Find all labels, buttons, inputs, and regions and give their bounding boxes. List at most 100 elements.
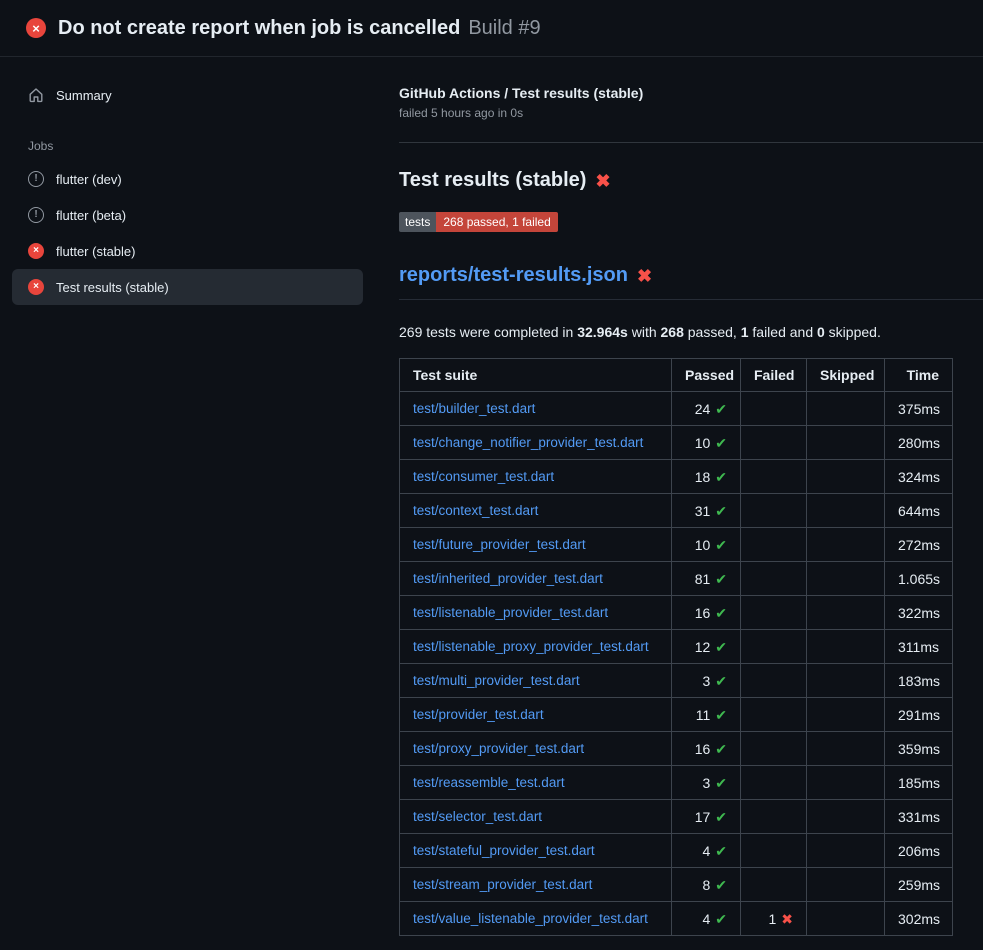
section-title: Test results (stable) ✖ <box>399 169 983 192</box>
check-icon: ✔ <box>715 639 727 655</box>
passed-cell: 10✔ <box>672 528 741 562</box>
passed-count: 4 <box>702 843 710 859</box>
run-header: × Do not create report when job is cance… <box>0 0 983 57</box>
passed-count: 10 <box>695 435 711 451</box>
report-file-heading: reports/test-results.json ✖ <box>399 264 983 300</box>
passed-count: 4 <box>702 911 710 927</box>
suite-link[interactable]: test/builder_test.dart <box>413 401 535 416</box>
sidebar-item-flutter-stable[interactable]: × flutter (stable) <box>12 233 363 269</box>
tests-badge: tests 268 passed, 1 failed <box>399 212 558 232</box>
check-icon: ✔ <box>715 435 727 451</box>
skipped-cell <box>807 902 885 936</box>
time-cell: 185ms <box>885 766 953 800</box>
time-cell: 280ms <box>885 426 953 460</box>
passed-count: 10 <box>695 537 711 553</box>
sidebar-item-flutter-beta[interactable]: ! flutter (beta) <box>12 197 363 233</box>
suite-link[interactable]: test/listenable_provider_test.dart <box>413 605 608 620</box>
suite-link[interactable]: test/inherited_provider_test.dart <box>413 571 603 586</box>
summary-failed-count: 1 <box>741 324 749 340</box>
check-icon: ✔ <box>715 877 727 893</box>
passed-cell: 10✔ <box>672 426 741 460</box>
column-header-test-suite: Test suite <box>400 359 672 392</box>
table-row: test/proxy_provider_test.dart16✔359ms <box>400 732 953 766</box>
sidebar-item-test-results-stable[interactable]: × Test results (stable) <box>12 269 363 305</box>
table-row: test/reassemble_test.dart3✔185ms <box>400 766 953 800</box>
passed-count: 16 <box>695 741 711 757</box>
passed-cell: 3✔ <box>672 664 741 698</box>
run-title-text: Do not create report when job is cancell… <box>58 17 460 40</box>
passed-count: 17 <box>695 809 711 825</box>
jobs-section-label: Jobs <box>28 139 347 153</box>
failed-cell <box>741 528 807 562</box>
skipped-cell <box>807 392 885 426</box>
skipped-cell <box>807 528 885 562</box>
suite-cell: test/change_notifier_provider_test.dart <box>400 426 672 460</box>
passed-cell: 81✔ <box>672 562 741 596</box>
passed-count: 81 <box>695 571 711 587</box>
x-circle-icon: × <box>28 279 44 295</box>
time-cell: 311ms <box>885 630 953 664</box>
suite-link[interactable]: test/listenable_proxy_provider_test.dart <box>413 639 649 654</box>
column-header-failed: Failed <box>741 359 807 392</box>
x-circle-icon: × <box>28 243 44 259</box>
suite-link[interactable]: test/selector_test.dart <box>413 809 542 824</box>
table-row: test/change_notifier_provider_test.dart 1… <box>400 426 953 460</box>
table-row: test/provider_test.dart11✔291ms <box>400 698 953 732</box>
skipped-cell <box>807 460 885 494</box>
suite-cell: test/builder_test.dart <box>400 392 672 426</box>
time-cell: 183ms <box>885 664 953 698</box>
passed-cell: 17✔ <box>672 800 741 834</box>
skipped-cell <box>807 494 885 528</box>
report-file-link[interactable]: reports/test-results.json <box>399 264 628 287</box>
alert-circle-icon: ! <box>28 207 44 223</box>
time-cell: 1.065s <box>885 562 953 596</box>
table-row: test/stream_provider_test.dart 8✔ 259ms <box>400 868 953 902</box>
time-cell: 375ms <box>885 392 953 426</box>
suite-link[interactable]: test/change_notifier_provider_test.dart <box>413 435 643 450</box>
time-cell: 331ms <box>885 800 953 834</box>
suite-link[interactable]: test/stream_provider_test.dart <box>413 877 592 892</box>
time-cell: 259ms <box>885 868 953 902</box>
suite-link[interactable]: test/proxy_provider_test.dart <box>413 741 584 756</box>
suite-link[interactable]: test/future_provider_test.dart <box>413 537 586 552</box>
failed-cell <box>741 562 807 596</box>
sidebar-item-label: Test results (stable) <box>56 280 169 295</box>
table-row: test/value_listenable_provider_test.dart… <box>400 902 953 936</box>
suite-link[interactable]: test/context_test.dart <box>413 503 538 518</box>
passed-cell: 16✔ <box>672 732 741 766</box>
table-row: test/inherited_provider_test.dart 81✔ 1.06… <box>400 562 953 596</box>
suite-link[interactable]: test/value_listenable_provider_test.dart <box>413 911 648 926</box>
suite-link[interactable]: test/reassemble_test.dart <box>413 775 565 790</box>
table-row: test/future_provider_test.dart10✔272ms <box>400 528 953 562</box>
sidebar-item-summary[interactable]: Summary <box>12 77 363 113</box>
failed-cell: 1✖ <box>741 902 807 936</box>
alert-circle-icon: ! <box>28 171 44 187</box>
passed-count: 31 <box>695 503 711 519</box>
suite-link[interactable]: test/provider_test.dart <box>413 707 544 722</box>
suite-link[interactable]: test/consumer_test.dart <box>413 469 554 484</box>
passed-cell: 8✔ <box>672 868 741 902</box>
check-icon: ✔ <box>715 911 727 927</box>
suite-cell: test/selector_test.dart <box>400 800 672 834</box>
failed-cell <box>741 732 807 766</box>
table-row: test/consumer_test.dart18✔324ms <box>400 460 953 494</box>
exclaim-glyph: ! <box>34 174 37 184</box>
summary-duration: 32.964s <box>577 324 628 340</box>
sidebar-item-label: Summary <box>56 88 112 103</box>
failed-cell <box>741 800 807 834</box>
passed-cell: 11✔ <box>672 698 741 732</box>
x-glyph: × <box>33 246 39 256</box>
skipped-cell <box>807 698 885 732</box>
failed-cell <box>741 834 807 868</box>
check-icon: ✔ <box>715 843 727 859</box>
check-icon: ✔ <box>715 571 727 587</box>
check-icon: ✔ <box>715 707 727 723</box>
skipped-cell <box>807 868 885 902</box>
suite-cell: test/proxy_provider_test.dart <box>400 732 672 766</box>
exclaim-glyph: ! <box>34 210 37 220</box>
suite-link[interactable]: test/multi_provider_test.dart <box>413 673 580 688</box>
sidebar-item-flutter-dev[interactable]: ! flutter (dev) <box>12 161 363 197</box>
summary-skipped-count: 0 <box>817 324 825 340</box>
breadcrumb: GitHub Actions / Test results (stable) <box>399 85 983 101</box>
suite-link[interactable]: test/stateful_provider_test.dart <box>413 843 595 858</box>
